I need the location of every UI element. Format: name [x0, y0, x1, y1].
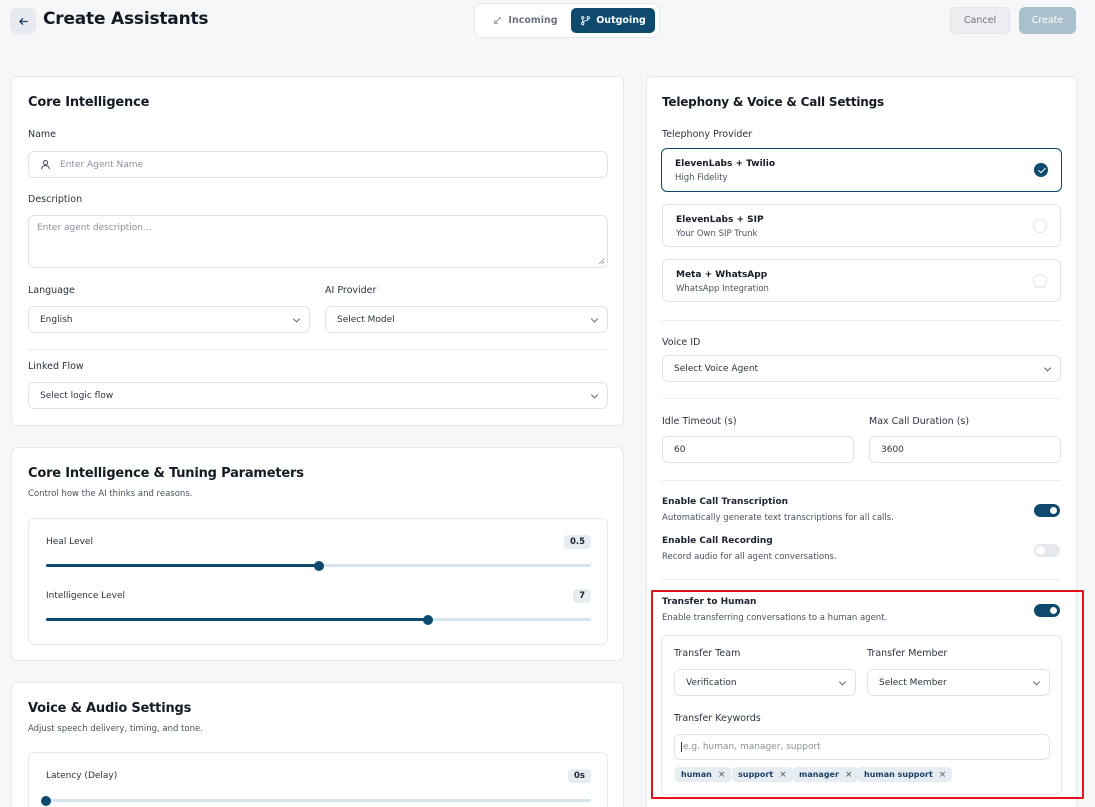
provider-name: Meta + WhatsApp	[676, 270, 768, 280]
latency-label: Latency (Delay)	[46, 771, 118, 781]
incoming-call-icon	[494, 17, 502, 24]
description-textarea[interactable]: Enter agent description...	[28, 215, 608, 268]
tuning-card: Core Intelligence & Tuning Parameters Co…	[11, 447, 624, 661]
toggle-knob	[1049, 506, 1058, 515]
call-transcription-toggle[interactable]	[1034, 504, 1060, 517]
core-intelligence-card: Core Intelligence Name Enter Agent Name …	[11, 76, 624, 426]
highlight-box	[651, 590, 1084, 799]
voice-audio-subtitle: Adjust speech delivery, timing, and tone…	[28, 724, 203, 734]
voice-id-value: Select Voice Agent	[674, 363, 759, 374]
heal-level-slider[interactable]	[46, 560, 591, 571]
call-transcription-desc: Automatically generate text transcriptio…	[662, 513, 894, 523]
intelligence-level-slider[interactable]	[46, 614, 591, 625]
divider	[662, 579, 1061, 580]
heal-level-thumb[interactable]	[313, 560, 324, 571]
provider-name: ElevenLabs + SIP	[676, 215, 764, 225]
language-label: Language	[28, 285, 75, 296]
heal-level-value: 0.5	[563, 535, 591, 549]
radio-circle-icon	[1033, 218, 1047, 233]
voice-id-label: Voice ID	[662, 337, 701, 348]
provider-option-whatsapp[interactable]: Meta + WhatsApp WhatsApp Integration	[662, 259, 1061, 302]
divider	[662, 398, 1061, 399]
voice-id-select[interactable]: Select Voice Agent	[662, 355, 1061, 382]
call-recording-title: Enable Call Recording	[662, 536, 773, 546]
latency-thumb[interactable]	[41, 795, 51, 806]
back-button[interactable]	[10, 8, 36, 34]
name-label: Name	[28, 129, 57, 140]
name-input[interactable]: Enter Agent Name	[28, 151, 608, 178]
radio-circle-icon	[1033, 273, 1047, 288]
linked-flow-select[interactable]: Select logic flow	[28, 382, 608, 409]
check-circle-icon	[1034, 163, 1048, 177]
divider	[28, 349, 608, 350]
chevron-down-icon	[292, 314, 301, 323]
telephony-provider-label: Telephony Provider	[662, 129, 753, 140]
core-intelligence-title: Core Intelligence	[28, 95, 150, 110]
name-placeholder: Enter Agent Name	[60, 159, 144, 170]
provider-desc: Your Own SIP Trunk	[676, 229, 758, 239]
chevron-down-icon	[590, 314, 599, 323]
tuning-title: Core Intelligence & Tuning Parameters	[28, 466, 304, 481]
idle-timeout-label: Idle Timeout (s)	[662, 416, 737, 427]
divider	[662, 480, 1061, 481]
provider-option-twilio[interactable]: ElevenLabs + Twilio High Fidelity	[661, 148, 1062, 192]
resize-handle-icon[interactable]	[598, 258, 605, 265]
user-icon	[41, 160, 50, 170]
ai-provider-value: Select Model	[337, 314, 395, 325]
max-call-duration-label: Max Call Duration (s)	[869, 416, 970, 427]
provider-desc: High Fidelity	[675, 173, 728, 183]
call-recording-toggle[interactable]	[1034, 544, 1060, 557]
arrow-left-icon	[18, 17, 28, 25]
heal-level-fill	[46, 564, 319, 567]
intelligence-level-value: 7	[573, 589, 591, 603]
voice-audio-card: Voice & Audio Settings Adjust speech del…	[11, 682, 624, 807]
mode-switch: Incoming Outgoing	[474, 3, 660, 38]
chevron-down-icon	[1043, 363, 1052, 372]
linked-flow-value: Select logic flow	[40, 390, 114, 401]
tuning-subtitle: Control how the AI thinks and reasons.	[28, 489, 193, 499]
max-call-duration-input[interactable]: 3600	[869, 436, 1061, 463]
intelligence-level-fill	[46, 618, 428, 621]
max-call-duration-value: 3600	[881, 444, 904, 455]
language-value: English	[40, 314, 73, 325]
create-button[interactable]: Create	[1019, 7, 1076, 34]
idle-timeout-input[interactable]: 60	[662, 436, 854, 463]
tab-outgoing-label: Outgoing	[596, 15, 646, 26]
voice-audio-title: Voice & Audio Settings	[28, 701, 192, 716]
idle-timeout-value: 60	[674, 444, 686, 455]
latency-value: 0s	[568, 769, 591, 783]
ai-provider-label: AI Provider	[325, 285, 377, 296]
tab-incoming[interactable]: Incoming	[481, 8, 569, 33]
provider-desc: WhatsApp Integration	[676, 284, 769, 294]
intelligence-level-label: Intelligence Level	[46, 591, 125, 601]
latency-slider[interactable]	[41, 795, 591, 806]
voice-audio-panel: Latency (Delay) 0s	[28, 752, 608, 807]
telephony-title: Telephony & Voice & Call Settings	[662, 95, 884, 109]
description-label: Description	[28, 194, 83, 205]
divider	[662, 320, 1061, 321]
page-title: Create Assistants	[43, 9, 209, 29]
tab-incoming-label: Incoming	[508, 15, 558, 26]
description-placeholder: Enter agent description...	[37, 223, 152, 233]
provider-option-sip[interactable]: ElevenLabs + SIP Your Own SIP Trunk	[662, 204, 1061, 247]
linked-flow-label: Linked Flow	[28, 361, 84, 372]
call-recording-desc: Record audio for all agent conversations…	[662, 552, 837, 562]
tab-outgoing[interactable]: Outgoing	[571, 8, 655, 33]
call-transcription-title: Enable Call Transcription	[662, 497, 789, 507]
ai-provider-select[interactable]: Select Model	[325, 306, 608, 333]
provider-name: ElevenLabs + Twilio	[675, 159, 776, 169]
outgoing-branch-icon	[581, 16, 591, 26]
tuning-panel: Heal Level 0.5 Intelligence Level 7	[28, 518, 608, 645]
chevron-down-icon	[590, 390, 599, 399]
heal-level-label: Heal Level	[46, 537, 93, 547]
cancel-button[interactable]: Cancel	[950, 7, 1010, 34]
intelligence-level-thumb[interactable]	[422, 614, 433, 625]
toggle-knob	[1036, 546, 1045, 555]
language-select[interactable]: English	[28, 306, 310, 333]
